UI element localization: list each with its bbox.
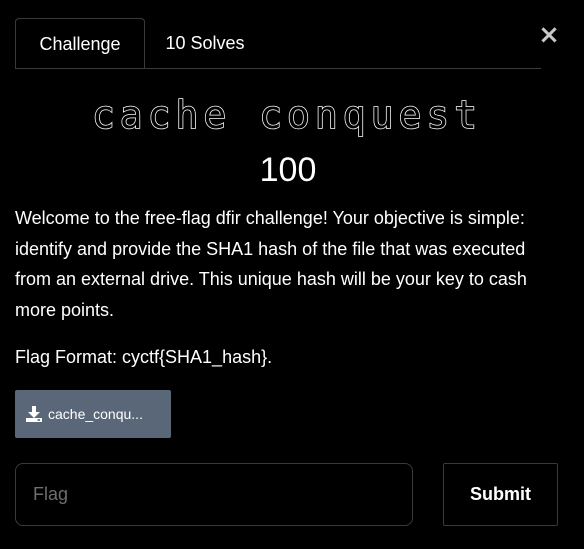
flag-input[interactable] (15, 463, 413, 526)
file-download-button[interactable]: cache_conqu... (15, 390, 171, 438)
challenge-title: cache conquest (91, 92, 483, 138)
close-icon[interactable]: × (534, 22, 564, 48)
tabs-divider (15, 68, 541, 69)
challenge-description: Welcome to the free-flag dfir challenge!… (15, 208, 527, 320)
tab-solves[interactable]: 10 Solves (150, 18, 260, 69)
challenge-points: 100 (259, 151, 317, 189)
submit-button[interactable]: Submit (443, 463, 558, 526)
tab-challenge[interactable]: Challenge (15, 18, 145, 69)
download-icon (25, 405, 43, 423)
file-name: cache_conqu... (48, 406, 143, 422)
flag-format-text: Flag Format: cyctf{SHA1_hash}. (15, 347, 273, 367)
